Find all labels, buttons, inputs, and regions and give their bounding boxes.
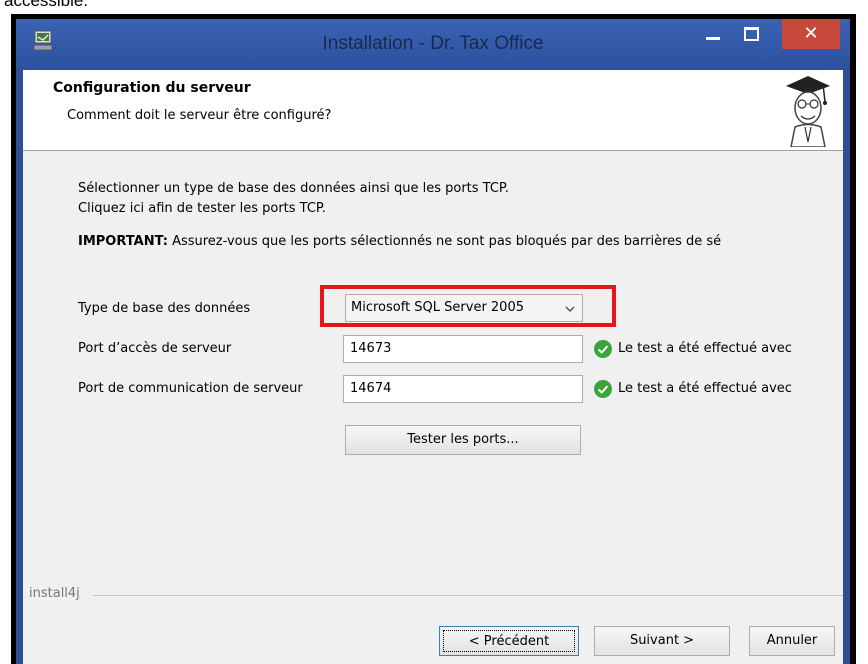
important-text: Assurez-vous que les ports sélectionnés … [167, 234, 722, 249]
access-port-label: Port d’accès de serveur [78, 341, 232, 356]
installer-brand: install4j [29, 586, 86, 601]
minimize-icon[interactable] [706, 37, 720, 40]
title-bar[interactable]: Installation - Dr. Tax Office ✕ [16, 19, 850, 69]
description-line-2: Cliquez ici afin de tester les ports TCP… [78, 201, 326, 216]
access-port-status: Le test a été effectué avec [618, 341, 792, 356]
comm-port-value: 14674 [350, 381, 392, 396]
important-notice: IMPORTANT: Assurez-vous que les ports sé… [78, 234, 721, 249]
check-circle-icon [594, 340, 612, 358]
close-icon[interactable]: ✕ [782, 19, 840, 49]
back-button-label: < Précédent [443, 630, 575, 652]
footer-divider [93, 595, 843, 596]
next-button[interactable]: Suivant > [594, 626, 730, 656]
check-circle-icon [594, 380, 612, 398]
access-port-value: 14673 [350, 341, 392, 356]
db-type-label: Type de base des données [78, 301, 251, 316]
test-ports-button[interactable]: Tester les ports... [345, 425, 581, 455]
important-label: IMPORTANT: [78, 234, 168, 249]
comm-port-field[interactable]: 14674 [343, 375, 583, 403]
wizard-header: Configuration du serveur Comment doit le… [23, 70, 843, 151]
dialog-content: Configuration du serveur Comment doit le… [23, 70, 843, 664]
highlight-box [320, 285, 616, 327]
page-title: Configuration du serveur [53, 80, 251, 96]
window-title: Installation - Dr. Tax Office [322, 33, 544, 54]
description-line-1: Sélectionner un type de base des données… [78, 181, 509, 196]
graduate-logo [786, 76, 830, 147]
access-port-field[interactable]: 14673 [343, 335, 583, 363]
maximize-icon[interactable] [744, 27, 759, 41]
back-button[interactable]: < Précédent [439, 626, 579, 656]
comm-port-label: Port de communication de serveur [78, 381, 303, 396]
cancel-button[interactable]: Annuler [749, 626, 835, 656]
installer-window: Installation - Dr. Tax Office ✕ Configur… [16, 19, 850, 664]
comm-port-status: Le test a été effectué avec [618, 381, 792, 396]
page-top-text: accessible. [4, 0, 89, 10]
page-subtitle: Comment doit le serveur être configuré? [67, 108, 332, 123]
